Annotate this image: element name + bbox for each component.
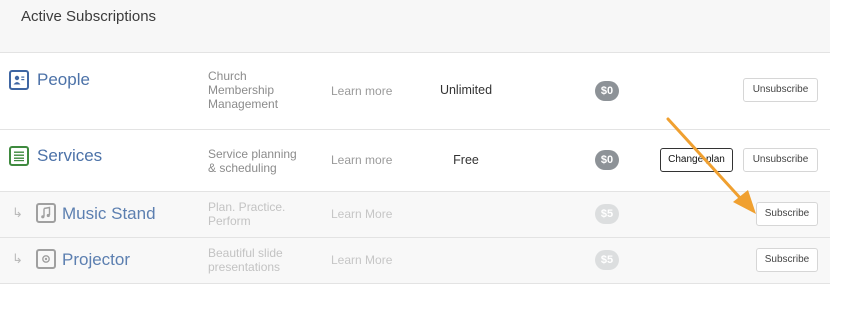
app-description: Plan. Practice. Perform — [208, 200, 286, 228]
unsubscribe-button[interactable]: Unsubscribe — [743, 78, 818, 102]
learn-more-link[interactable]: Learn more — [331, 84, 392, 98]
subscriptions-page: Active Subscriptions People Church Membe… — [0, 0, 855, 310]
sub-item-arrow-icon: ↳ — [12, 205, 23, 220]
learn-more-link[interactable]: Learn More — [331, 207, 392, 221]
app-name-services[interactable]: Services — [37, 146, 102, 166]
music-note-icon — [36, 203, 56, 223]
app-description: Beautiful slide presentations — [208, 246, 283, 274]
app-description: Church Membership Management — [208, 69, 279, 111]
app-name-people[interactable]: People — [37, 70, 90, 90]
subscription-row-people: People Church Membership Management Lear… — [0, 53, 830, 130]
unsubscribe-button[interactable]: Unsubscribe — [743, 148, 818, 172]
price-badge: $5 — [595, 250, 619, 270]
sub-item-arrow-icon: ↳ — [12, 251, 23, 266]
people-icon — [9, 70, 29, 90]
subscriptions-panel: Active Subscriptions People Church Membe… — [0, 0, 830, 284]
price-badge: $5 — [595, 204, 619, 224]
app-name-music-stand[interactable]: Music Stand — [62, 204, 156, 224]
price-badge: $0 — [595, 150, 619, 170]
change-plan-button[interactable]: Change plan — [660, 148, 733, 172]
services-list-icon — [9, 146, 29, 166]
subscribe-button[interactable]: Subscribe — [756, 248, 818, 272]
price-badge: $0 — [595, 81, 619, 101]
learn-more-link[interactable]: Learn More — [331, 253, 392, 267]
projector-icon — [36, 249, 56, 269]
app-name-projector[interactable]: Projector — [62, 250, 130, 270]
subscribe-button[interactable]: Subscribe — [756, 202, 818, 226]
plan-name: Unlimited — [439, 83, 493, 97]
page-title: Active Subscriptions — [21, 8, 157, 25]
plan-name: Free — [453, 153, 479, 167]
subscription-row-services: Services Service planning & scheduling L… — [0, 130, 830, 192]
subscription-row-projector: ↳ Projector Beautiful slide presentation… — [0, 238, 830, 284]
subscription-row-music-stand: ↳ Music Stand Plan. Practice. Perform Le… — [0, 192, 830, 238]
learn-more-link[interactable]: Learn more — [331, 153, 392, 167]
app-description: Service planning & scheduling — [208, 147, 297, 175]
panel-header: Active Subscriptions — [0, 0, 830, 53]
